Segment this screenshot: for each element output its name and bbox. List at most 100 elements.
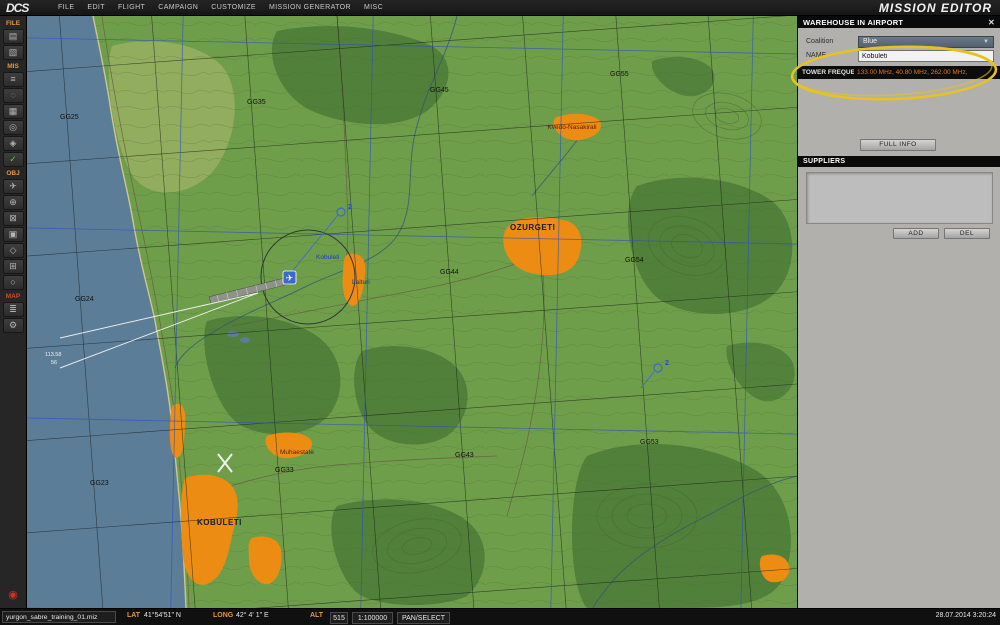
menu-customize[interactable]: CUSTOMIZE bbox=[211, 4, 256, 11]
coalition-value: Blue bbox=[863, 38, 878, 45]
sidebar-section-mis: MIS bbox=[7, 63, 19, 70]
triggers-icon: ◈ bbox=[9, 138, 17, 148]
datetime: 28.07.2014 3:20:24 bbox=[935, 612, 996, 619]
tower-frequency-value: 133.00 MHz, 40.80 MHz, 262.00 MHz, bbox=[857, 69, 968, 76]
page-title: MISSION EDITOR bbox=[878, 0, 992, 15]
aircraft-unit[interactable]: ✈ bbox=[282, 270, 297, 285]
chevron-down-icon: ▼ bbox=[983, 39, 989, 45]
tower-frequency-label: TOWER FREQUENCY bbox=[802, 69, 854, 76]
mission-editor-window: DCS FILE EDIT FLIGHT CAMPAIGN CUSTOMIZE … bbox=[0, 0, 1000, 625]
town-label: Muhaestate bbox=[280, 449, 314, 456]
mission-options-button[interactable]: ≡ bbox=[2, 72, 24, 87]
airport-label: Kobuleti bbox=[316, 254, 340, 261]
sidebar-section-map: MAP bbox=[5, 293, 21, 300]
close-icon[interactable]: ✕ bbox=[988, 18, 995, 27]
add-aircraft-button[interactable]: ✈ bbox=[2, 179, 24, 194]
svg-text:GG33: GG33 bbox=[275, 467, 294, 474]
editor-mode[interactable]: PAN/SELECT bbox=[397, 612, 450, 624]
briefing-icon: ▦ bbox=[8, 106, 18, 116]
new-mission-button[interactable]: ▤ bbox=[2, 29, 24, 44]
long-value: 42° 4' 1" E bbox=[236, 612, 269, 619]
briefing-button[interactable]: ▦ bbox=[2, 104, 24, 119]
zone-icon: ○ bbox=[10, 277, 16, 287]
full-info-button[interactable]: FULL INFO bbox=[860, 139, 936, 151]
open-mission-icon: ▧ bbox=[8, 47, 18, 57]
template-button[interactable]: ⊞ bbox=[2, 259, 24, 274]
tower-frequency-row: TOWER FREQUENCY 133.00 MHz, 40.80 MHz, 2… bbox=[798, 66, 1000, 79]
svg-text:GG35: GG35 bbox=[247, 99, 266, 106]
new-mission-icon: ▤ bbox=[8, 31, 18, 41]
add-supplier-button[interactable]: ADD bbox=[893, 228, 939, 239]
panel-title-bar: WAREHOUSE IN AIRPORT ✕ bbox=[798, 16, 1000, 28]
svg-text:GG23: GG23 bbox=[90, 480, 109, 487]
svg-text:GG54: GG54 bbox=[625, 257, 644, 264]
svg-text:GG24: GG24 bbox=[75, 296, 94, 303]
city-label: OZURGETI bbox=[510, 223, 555, 232]
top-menu-bar: DCS FILE EDIT FLIGHT CAMPAIGN CUSTOMIZE … bbox=[0, 0, 1000, 16]
warehouse-panel: WAREHOUSE IN AIRPORT ✕ Coalition Blue ▼ … bbox=[797, 16, 1000, 608]
vehicle-icon: ▣ bbox=[8, 229, 18, 239]
add-vehicle-button[interactable]: ▣ bbox=[2, 227, 24, 242]
suppliers-header: SUPPLIERS bbox=[798, 156, 1000, 167]
open-mission-button[interactable]: ▧ bbox=[2, 45, 24, 60]
check-icon: ✓ bbox=[9, 154, 17, 164]
map-scale[interactable]: 1:100000 bbox=[352, 612, 393, 624]
map-layers-button[interactable]: ≣ bbox=[2, 302, 24, 317]
svg-text:GG53: GG53 bbox=[640, 439, 659, 446]
goals-icon: ◎ bbox=[9, 122, 17, 132]
add-static-object-button[interactable]: ◇ bbox=[2, 243, 24, 258]
dcs-logo: DCS bbox=[6, 0, 29, 15]
city-label: KOBULETI bbox=[197, 518, 242, 527]
menu-flight[interactable]: FLIGHT bbox=[118, 4, 145, 11]
helicopter-icon: ⊕ bbox=[9, 197, 17, 207]
map-settings-button[interactable]: ⚙ bbox=[2, 318, 24, 333]
add-ship-button[interactable]: ⊠ bbox=[2, 211, 24, 226]
alt-value: 515 bbox=[330, 612, 348, 624]
menu-campaign[interactable]: CAMPAIGN bbox=[158, 4, 198, 11]
approach-frequency-label: 113.58 bbox=[45, 352, 61, 358]
svg-text:GG44: GG44 bbox=[440, 269, 459, 276]
suppliers-list[interactable] bbox=[806, 172, 993, 224]
menu-file[interactable]: FILE bbox=[58, 4, 74, 11]
lat-value: 41°54'51" N bbox=[144, 612, 181, 619]
svg-text:GG25: GG25 bbox=[60, 114, 79, 121]
name-label: NAME bbox=[806, 52, 827, 59]
layers-icon: ≣ bbox=[9, 304, 17, 314]
aircraft-unit-icon: ✈ bbox=[286, 273, 294, 283]
add-helicopter-button[interactable]: ⊕ bbox=[2, 195, 24, 210]
coalition-label: Coalition bbox=[806, 38, 834, 45]
validate-button[interactable]: ✓ bbox=[2, 152, 24, 167]
settings-icon: ⚙ bbox=[8, 320, 18, 330]
svg-text:GG55: GG55 bbox=[610, 71, 629, 78]
record-button[interactable]: ◉ bbox=[3, 589, 24, 604]
ship-icon: ⊠ bbox=[9, 213, 17, 223]
menu-mission-generator[interactable]: MISSION GENERATOR bbox=[269, 4, 351, 11]
status-bar: yurgon_sabre_training_01.miz LAT 41°54'5… bbox=[0, 608, 1000, 625]
coalition-dropdown[interactable]: Blue ▼ bbox=[858, 36, 994, 48]
main-menu: FILE EDIT FLIGHT CAMPAIGN CUSTOMIZE MISS… bbox=[58, 4, 383, 11]
alt-label: ALT bbox=[310, 612, 324, 619]
long-label: LONG bbox=[213, 612, 234, 619]
template-icon: ⊞ bbox=[9, 261, 17, 271]
triggers-button[interactable]: ◈ bbox=[2, 136, 24, 151]
approach-heading-label: 56 bbox=[51, 360, 57, 366]
weather-icon: ◌ bbox=[10, 90, 16, 100]
menu-edit[interactable]: EDIT bbox=[87, 4, 105, 11]
map-canvas[interactable]: 113.58 56 2 2 ✈ GG25 GG35 GG45 GG55 GG24 bbox=[0, 0, 977, 625]
static-object-icon: ◇ bbox=[9, 245, 17, 255]
mission-filename[interactable]: yurgon_sabre_training_01.miz bbox=[2, 611, 116, 623]
menu-misc[interactable]: MISC bbox=[364, 4, 383, 11]
goals-button[interactable]: ◎ bbox=[2, 120, 24, 135]
town-label: Kvedo-Nasakirali bbox=[547, 124, 596, 131]
record-icon: ◉ bbox=[8, 589, 18, 601]
waypoint-number: 2 bbox=[665, 360, 669, 367]
mission-options-icon: ≡ bbox=[10, 74, 16, 84]
del-supplier-button[interactable]: DEL bbox=[944, 228, 990, 239]
waypoint-number: 2 bbox=[348, 204, 352, 211]
lat-label: LAT bbox=[127, 612, 141, 619]
zone-button[interactable]: ○ bbox=[2, 275, 24, 290]
svg-text:GG43: GG43 bbox=[455, 452, 474, 459]
weather-button[interactable]: ◌ bbox=[2, 88, 24, 103]
sidebar-section-file: FILE bbox=[5, 20, 21, 27]
name-field[interactable] bbox=[858, 50, 994, 62]
